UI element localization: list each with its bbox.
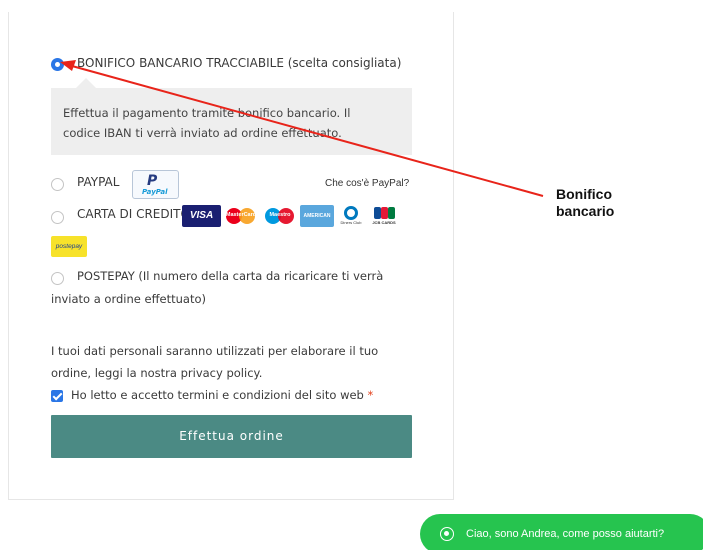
postepay-logo: postepay <box>51 236 87 257</box>
radio-credit-card[interactable] <box>51 211 64 224</box>
description-notch <box>76 78 96 88</box>
paypal-logo: P PayPal <box>132 170 179 199</box>
bank-description-line1: Effettua il pagamento tramite bonifico b… <box>63 106 351 120</box>
amex-logo: AMERICAN EXPRESS <box>300 205 334 227</box>
privacy-text-line2: ordine, leggi la nostra privacy policy. <box>51 366 263 380</box>
annotation-line1: Bonifico <box>556 186 612 202</box>
whatsapp-chat-button[interactable]: Ciao, sono Andrea, come posso aiutarti? <box>420 514 703 550</box>
option-label-paypal[interactable]: PAYPAL <box>77 175 119 189</box>
option-label-credit-card[interactable]: CARTA DI CREDITO <box>77 207 190 221</box>
bank-transfer-description: Effettua il pagamento tramite bonifico b… <box>51 88 412 155</box>
privacy-text-line1: I tuoi dati personali saranno utilizzati… <box>51 344 379 358</box>
mastercard-logo: MasterCard <box>223 205 259 227</box>
visa-logo: VISA <box>182 205 221 227</box>
paypal-logo-text: PayPal <box>142 188 168 196</box>
annotation-line2: bancario <box>556 203 615 219</box>
option-label-bonifico[interactable]: BONIFICO BANCARIO TRACCIABILE (scelta co… <box>77 56 401 70</box>
maestro-logo: Maestro <box>262 205 298 227</box>
annotation-label: Bonifico bancario <box>556 186 646 220</box>
radio-bonifico[interactable] <box>51 58 64 71</box>
paypal-whatis-link[interactable]: Che cos'è PayPal? <box>325 178 409 189</box>
required-mark: * <box>367 388 374 402</box>
chat-label: Ciao, sono Andrea, come posso aiutarti? <box>466 528 665 540</box>
jcb-logo: JCB CARDS <box>367 205 401 227</box>
diners-club-logo: Diners Club <box>337 205 365 227</box>
place-order-button[interactable]: Effettua ordine <box>51 415 412 458</box>
whatsapp-icon <box>440 527 454 541</box>
terms-checkbox[interactable] <box>51 390 63 402</box>
radio-paypal[interactable] <box>51 178 64 191</box>
radio-postepay[interactable] <box>51 272 64 285</box>
privacy-policy-link[interactable]: privacy policy <box>181 366 259 380</box>
option-label-postepay-line2: inviato a ordine effettuato) <box>51 292 206 306</box>
bank-description-line2: codice IBAN ti verrà inviato ad ordine e… <box>63 126 342 140</box>
terms-label[interactable]: Ho letto e accetto termini e condizioni … <box>71 388 373 402</box>
option-label-postepay[interactable]: POSTEPAY (Il numero della carta da ricar… <box>77 269 383 283</box>
